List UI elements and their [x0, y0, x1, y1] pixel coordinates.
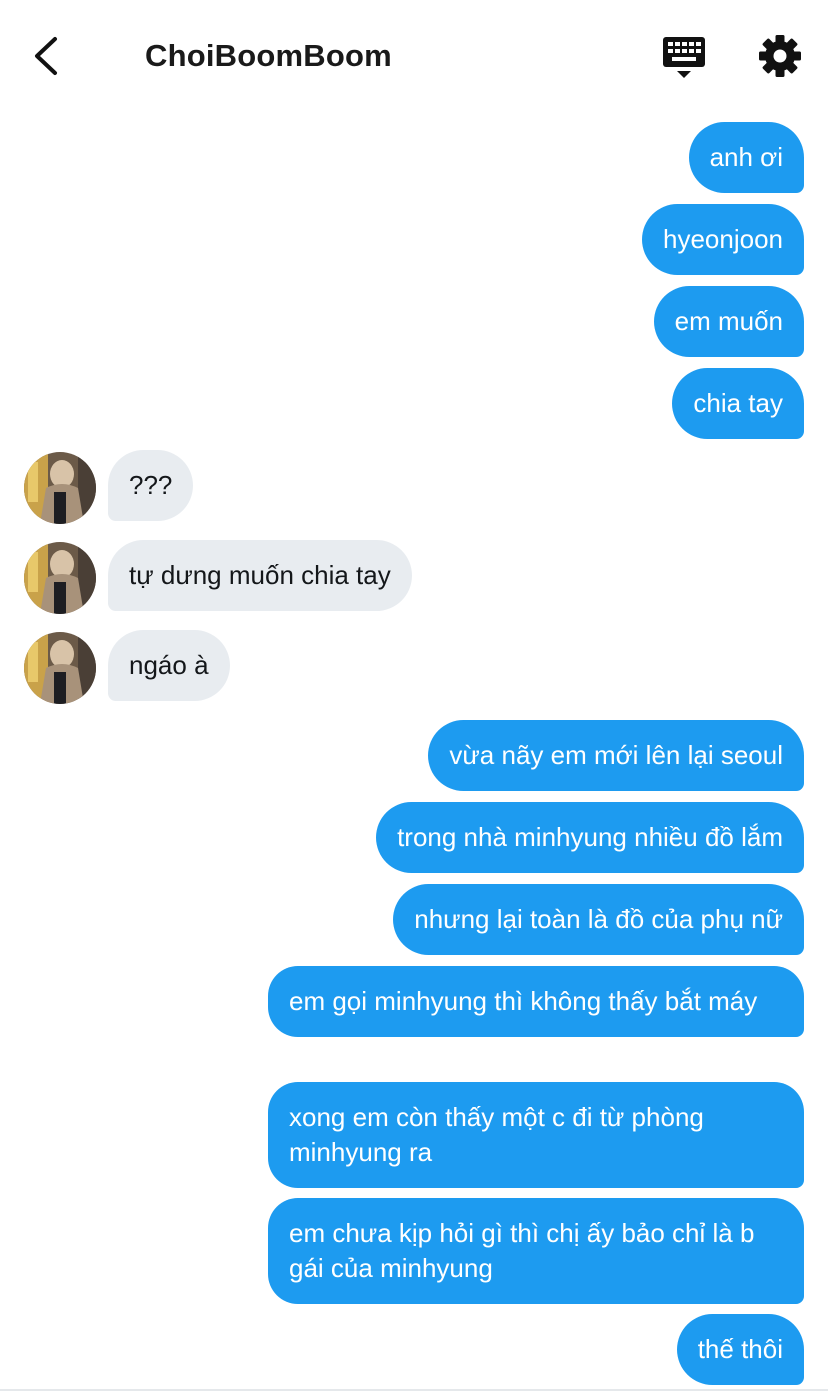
avatar-photo [24, 632, 96, 704]
avatar[interactable] [24, 632, 96, 704]
avatar-photo [24, 452, 96, 524]
message-bubble-outgoing[interactable]: thế thôi [676, 1314, 804, 1385]
avatar[interactable] [24, 542, 96, 614]
message-bubble-incoming[interactable]: ngáo à [108, 630, 230, 701]
message-bubble-incoming[interactable]: ??? [108, 450, 194, 521]
message-bubble-outgoing[interactable]: hyeonjoon [642, 204, 804, 275]
divider [0, 1389, 828, 1391]
message-thread: anh ơi hyeonjoon em muốn chia tay ??? tự… [0, 0, 828, 1392]
message-bubble-outgoing[interactable]: vừa nãy em mới lên lại seoul [428, 720, 804, 791]
message-bubble-outgoing[interactable]: chia tay [672, 368, 804, 439]
message-bubble-incoming[interactable]: tự dưng muốn chia tay [108, 540, 412, 611]
message-bubble-outgoing[interactable]: anh ơi [688, 122, 804, 193]
avatar-photo [24, 542, 96, 614]
message-bubble-outgoing[interactable]: trong nhà minhyung nhiều đồ lắm [376, 802, 804, 873]
message-bubble-outgoing[interactable]: nhưng lại toàn là đồ của phụ nữ [393, 884, 804, 955]
message-bubble-outgoing[interactable]: em gọi minhyung thì không thấy bắt máy [268, 966, 804, 1037]
message-bubble-outgoing[interactable]: em chưa kịp hỏi gì thì chị ấy bảo chỉ là… [268, 1198, 804, 1304]
message-bubble-outgoing[interactable]: xong em còn thấy một c đi từ phòng minhy… [268, 1082, 804, 1188]
avatar[interactable] [24, 452, 96, 524]
message-bubble-outgoing[interactable]: em muốn [653, 286, 804, 357]
